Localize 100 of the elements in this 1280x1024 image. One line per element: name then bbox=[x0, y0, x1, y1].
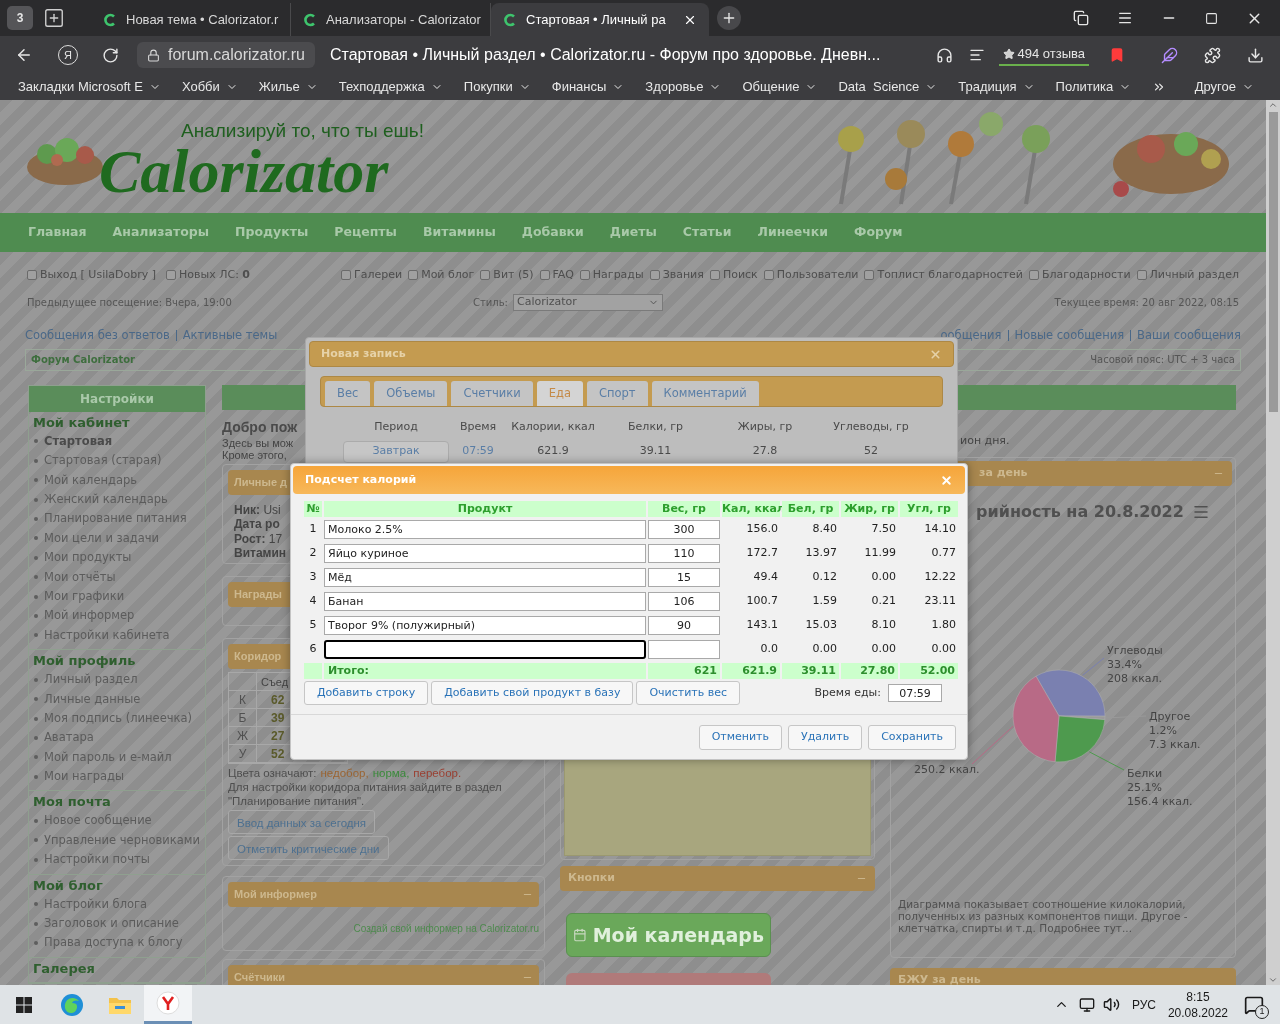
bookmark-icon[interactable] bbox=[1109, 47, 1125, 63]
user-link[interactable]: Топлист благодарностей bbox=[877, 267, 1023, 284]
period-button[interactable]: Завтрак bbox=[343, 440, 449, 463]
weight-field[interactable] bbox=[648, 639, 720, 659]
address-field[interactable]: forum.calorizator.ru bbox=[137, 42, 315, 68]
sidebar-item[interactable]: Стартовая bbox=[44, 432, 113, 451]
network-icon[interactable] bbox=[1078, 996, 1095, 1013]
forum-link[interactable]: Активные темы bbox=[182, 326, 278, 344]
reader-icon[interactable] bbox=[968, 47, 985, 63]
edge-icon[interactable] bbox=[60, 992, 84, 1017]
user-link[interactable]: Пользователи bbox=[776, 267, 859, 284]
product-field[interactable] bbox=[324, 639, 646, 659]
weight-field[interactable]: 106 bbox=[648, 591, 720, 611]
new-tab-group-icon[interactable] bbox=[43, 7, 65, 29]
action-button[interactable]: Очистить вес bbox=[636, 681, 741, 705]
notifications-icon[interactable] bbox=[1244, 994, 1264, 1015]
calendar-button[interactable]: Мой календарь bbox=[566, 912, 771, 957]
product-field[interactable]: Молоко 2.5% bbox=[324, 519, 646, 539]
product-field[interactable]: Банан bbox=[324, 591, 646, 611]
sidebar-item[interactable]: Мои продукты bbox=[44, 549, 132, 567]
back-icon[interactable] bbox=[15, 46, 33, 64]
sidebar-item[interactable]: Права доступа к блогу bbox=[44, 934, 183, 952]
sidebar-item[interactable]: Аватара bbox=[44, 729, 94, 747]
tab[interactable]: Счетчики bbox=[451, 381, 533, 406]
tab[interactable]: Комментарий bbox=[651, 381, 759, 406]
bookmark-folder[interactable]: Здоровье bbox=[645, 77, 722, 97]
dialog-button[interactable]: Отменить bbox=[698, 725, 782, 750]
menu-icon[interactable] bbox=[1117, 10, 1133, 26]
maximize-icon[interactable] bbox=[1205, 11, 1218, 25]
bookmark-folder[interactable]: Традиция bbox=[958, 77, 1035, 97]
bookmark-folder[interactable]: Data Science bbox=[838, 77, 938, 97]
bookmark-folder[interactable]: Закладки Microsoft E bbox=[18, 77, 161, 97]
user-link[interactable]: Галереи bbox=[354, 267, 403, 284]
volume-icon[interactable] bbox=[1102, 996, 1120, 1013]
product-field[interactable]: Яйцо куриное bbox=[324, 543, 646, 563]
nav-link[interactable]: Статьи bbox=[682, 223, 732, 242]
user-link[interactable]: Новых ЛС: 0 bbox=[179, 267, 250, 284]
sidebar-item[interactable]: Мой пароль и е-майл bbox=[44, 748, 172, 766]
dialog-button[interactable]: Удалить bbox=[788, 725, 863, 750]
feather-icon[interactable] bbox=[1161, 46, 1178, 64]
language-indicator[interactable]: РУС bbox=[1131, 995, 1156, 1014]
user-link[interactable]: Мой блог bbox=[421, 267, 475, 284]
sidebar-item[interactable]: Управление черновиками bbox=[44, 831, 200, 850]
nav-link[interactable]: Продукты bbox=[235, 223, 309, 242]
windows-icon[interactable] bbox=[16, 996, 32, 1013]
sidebar-item[interactable]: Мой информер bbox=[44, 607, 135, 625]
sidebar-item[interactable]: Личный раздел bbox=[44, 671, 138, 689]
user-link[interactable]: Звания bbox=[662, 267, 704, 284]
sidebar-group-title[interactable]: Галерея bbox=[33, 959, 95, 978]
sidebar-item[interactable]: Мои награды bbox=[44, 768, 125, 786]
dialog-button[interactable]: Сохранить bbox=[868, 725, 956, 750]
nav-link[interactable]: Линеечки bbox=[757, 223, 829, 242]
bookmark-folder[interactable]: Финансы bbox=[551, 77, 625, 97]
nav-link[interactable]: Анализаторы bbox=[112, 223, 210, 242]
reload-icon[interactable] bbox=[102, 46, 119, 64]
weight-field[interactable]: 90 bbox=[648, 615, 720, 635]
nav-link[interactable]: Рецепты bbox=[334, 223, 397, 242]
sidebar-item[interactable]: Настройки блога bbox=[44, 895, 148, 913]
product-field[interactable]: Мёд bbox=[324, 567, 646, 587]
sidebar-item[interactable]: Мои отчёты bbox=[44, 568, 116, 586]
scrollbar-thumb[interactable] bbox=[1268, 112, 1278, 412]
clock[interactable]: 8:15 20.08.2022 bbox=[1167, 988, 1228, 1021]
user-link[interactable]: Благодарности bbox=[1041, 267, 1131, 284]
sidebar-item[interactable]: Моя подпись (линеечка) bbox=[44, 709, 193, 728]
weight-field[interactable]: 110 bbox=[648, 543, 720, 563]
forum-link[interactable]: Сообщения без ответов bbox=[25, 326, 170, 344]
sidebar-item[interactable]: Женский календарь bbox=[44, 491, 168, 509]
sidebar-group-title[interactable]: Мой профиль bbox=[33, 652, 136, 671]
tab[interactable]: Вес bbox=[325, 381, 371, 406]
action-button[interactable]: Добавить строку bbox=[304, 681, 429, 705]
sidebar-item[interactable]: Мои графики bbox=[44, 587, 125, 606]
sidebar-group-title[interactable]: Мой кабинет bbox=[33, 413, 130, 432]
headphones-icon[interactable] bbox=[935, 46, 953, 64]
sidebar-item[interactable]: Мои цели и задачи bbox=[44, 529, 160, 547]
link-button[interactable]: Отметить критические дни bbox=[228, 835, 389, 860]
tab[interactable]: Объемы bbox=[374, 381, 448, 406]
sidebar-item[interactable]: Настройки почты bbox=[44, 851, 150, 869]
nav-link[interactable]: Главная bbox=[28, 223, 87, 242]
sidebar-item[interactable]: Стартовая (старая) bbox=[44, 452, 162, 470]
user-link[interactable]: Выход [ UsilaDobry ] bbox=[40, 267, 156, 284]
user-link[interactable]: Награды bbox=[592, 267, 644, 284]
time-link[interactable]: 07:59 bbox=[449, 443, 507, 460]
forum-link[interactable]: ообщения bbox=[940, 326, 1002, 344]
link-button[interactable]: Ввод данных за сегодня bbox=[228, 809, 376, 834]
product-field[interactable]: Творог 9% (полужирный) bbox=[324, 615, 646, 635]
sidebar-group-title[interactable]: Моя почта bbox=[33, 793, 111, 812]
browser-tab[interactable]: Стартовая • Личный ра bbox=[491, 3, 709, 36]
nav-link[interactable]: Диеты bbox=[609, 223, 657, 242]
sidebar-item[interactable]: Новое сообщение bbox=[44, 812, 152, 830]
bookmark-folder[interactable]: Политика bbox=[1055, 77, 1132, 97]
reviews-button[interactable]: 494 отзыва bbox=[998, 44, 1089, 66]
action-button[interactable]: Добавить свой продукт в базу bbox=[431, 681, 634, 705]
taskbar-app[interactable] bbox=[144, 985, 192, 1024]
weight-field[interactable]: 15 bbox=[648, 567, 720, 587]
meal-time-field[interactable]: 07:59 bbox=[888, 684, 942, 702]
yandex-browser-icon[interactable] bbox=[156, 991, 180, 1015]
user-link[interactable]: FAQ bbox=[552, 267, 574, 284]
bookmark-folder[interactable]: Хобби bbox=[181, 77, 238, 97]
sidebar-item[interactable]: Мой календарь bbox=[44, 471, 138, 489]
bookmark-folder[interactable]: Общение bbox=[742, 77, 818, 97]
